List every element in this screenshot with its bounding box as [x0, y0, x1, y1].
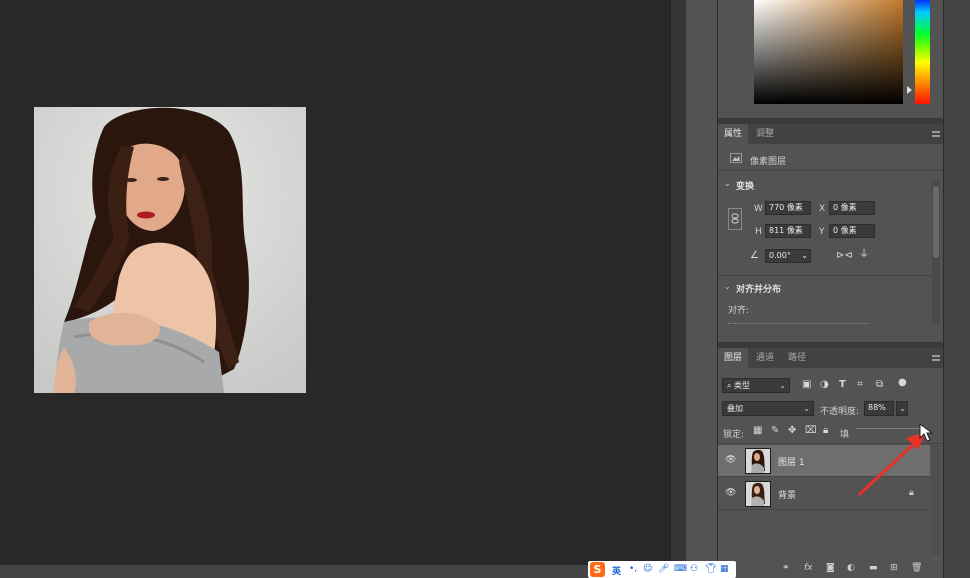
y-label: Y	[819, 227, 825, 237]
lock-transparent-pixels-icon[interactable]: ▦	[753, 426, 762, 436]
add-mask-icon[interactable]: ◙	[826, 563, 835, 573]
collapse-chevron-icon[interactable]: ⌄	[724, 282, 731, 291]
opacity-field[interactable]: 88%	[864, 401, 894, 416]
blend-mode-select[interactable]: 叠加 ⌄	[722, 401, 814, 416]
x-field[interactable]: 0 像素	[829, 201, 875, 215]
lock-all-icon[interactable]: 🔒︎	[823, 426, 828, 436]
collapse-chevron-icon[interactable]: ⌄	[724, 179, 731, 188]
filter-kind-value: 类型	[734, 381, 751, 390]
microphone-icon[interactable]: 🎤︎	[658, 564, 669, 574]
width-label: W	[754, 204, 763, 214]
divider	[718, 275, 944, 276]
ime-toolbar[interactable]: S 英 •, ☺ 🎤︎ ⌨ ⚇ 👕︎ ▦	[588, 561, 736, 578]
adjustment-layer-icon[interactable]: ◐	[847, 563, 855, 573]
divider	[718, 170, 944, 171]
blend-mode-value: 叠加	[727, 404, 743, 413]
layer-filter-select[interactable]: ⌕ 类型 ⌄	[722, 378, 790, 393]
color-picker-field[interactable]	[754, 0, 903, 104]
panel-menu-icon[interactable]	[932, 355, 940, 361]
new-group-icon[interactable]: ▬	[869, 563, 878, 573]
align-buttons-row[interactable]	[728, 323, 868, 326]
tab-channels[interactable]: 通道	[750, 348, 780, 368]
adjustment-filter-icon[interactable]: ◑	[820, 380, 829, 390]
section-align-distribute[interactable]: 对齐并分布	[736, 282, 781, 295]
search-icon: ⌕	[727, 381, 735, 390]
panel-dock-gap	[686, 0, 717, 578]
filter-toggle-icon[interactable]: ●	[898, 378, 907, 388]
tab-layers[interactable]: 图层	[718, 348, 749, 368]
layer-thumbnail	[745, 481, 771, 507]
lock-position-icon[interactable]: ✥	[788, 426, 796, 436]
punctuation-icon[interactable]: •,	[629, 564, 637, 574]
ime-logo-icon[interactable]: S	[590, 562, 605, 577]
tab-adjustments[interactable]: 调整	[750, 124, 780, 144]
canvas-scrollbar[interactable]	[670, 0, 686, 565]
chevron-down-icon: ⌄	[899, 404, 906, 413]
portrait-photo	[34, 107, 306, 393]
scrollbar-thumb[interactable]	[933, 186, 939, 258]
artboard-lock-icon[interactable]: ⌧	[805, 426, 817, 436]
layer-name[interactable]: 图层 1	[778, 455, 805, 468]
eye-icon[interactable]: 👁︎	[725, 456, 737, 465]
height-label: H	[755, 227, 762, 237]
layer-name[interactable]: 背景	[778, 488, 796, 501]
chevron-down-icon: ⌄	[779, 381, 786, 390]
opacity-label: 不透明度:	[820, 407, 860, 417]
layer-kind-label: 像素图层	[750, 157, 787, 167]
skin-icon[interactable]: 👕︎	[705, 564, 716, 574]
angle-dropdown-chevron-icon[interactable]: ⌄	[801, 250, 808, 262]
user-icon[interactable]: ⚇	[690, 564, 698, 574]
emoji-icon[interactable]: ☺	[643, 564, 652, 574]
angle-value: 0.00°	[769, 251, 791, 260]
trash-icon[interactable]: 🗑︎	[911, 563, 922, 573]
link-dimensions-icon[interactable]	[728, 208, 742, 230]
annotation-arrow	[858, 423, 934, 496]
opacity-dropdown[interactable]: ⌄	[896, 401, 908, 416]
pixel-layer-icon	[730, 153, 742, 163]
smart-object-filter-icon[interactable]: ⧉	[876, 380, 883, 390]
width-field[interactable]: 770 像素	[765, 201, 811, 215]
document-canvas[interactable]	[0, 0, 670, 565]
tab-properties[interactable]: 属性	[718, 124, 749, 144]
align-label: 对齐:	[728, 306, 750, 316]
layers-tabbar: 图层 通道 路径	[718, 348, 944, 368]
ime-language-toggle[interactable]: 英	[612, 564, 621, 577]
lock-image-pixels-icon[interactable]: ✎	[771, 426, 779, 436]
pixel-filter-icon[interactable]: ▣	[802, 380, 811, 390]
flip-vertical-icon[interactable]: ⏚	[859, 250, 869, 260]
section-transform[interactable]: 变换	[736, 179, 754, 192]
type-filter-icon[interactable]: T	[839, 380, 846, 390]
fx-icon[interactable]: fx	[804, 563, 813, 573]
layer-thumbnail	[745, 448, 771, 474]
height-field[interactable]: 811 像素	[765, 224, 811, 238]
fill-label: 填	[840, 430, 850, 440]
tab-paths[interactable]: 路径	[782, 348, 812, 368]
eye-icon[interactable]: 👁︎	[725, 489, 737, 498]
flip-horizontal-icon[interactable]: ⊳⊲	[836, 251, 853, 261]
properties-tabbar: 属性 调整	[718, 124, 944, 144]
angle-icon: ∠	[750, 250, 759, 261]
x-label: X	[819, 204, 826, 214]
y-field[interactable]: 0 像素	[829, 224, 875, 238]
new-layer-icon[interactable]: ⊞	[890, 563, 898, 573]
link-layers-icon[interactable]: ⚭	[782, 563, 790, 573]
toolbox-icon[interactable]: ▦	[720, 564, 729, 574]
panel-menu-icon[interactable]	[932, 131, 940, 137]
lock-label: 锁定:	[723, 430, 745, 440]
angle-field[interactable]: 0.00° ⌄	[765, 249, 811, 263]
collapsed-panels-strip	[943, 0, 970, 578]
chevron-down-icon: ⌄	[803, 404, 810, 413]
hue-slider-pointer[interactable]	[907, 86, 912, 94]
shape-filter-icon[interactable]: ⌗	[857, 380, 863, 390]
hue-slider[interactable]	[915, 0, 930, 104]
keyboard-icon[interactable]: ⌨	[674, 564, 687, 574]
properties-scrollbar[interactable]	[932, 180, 940, 324]
